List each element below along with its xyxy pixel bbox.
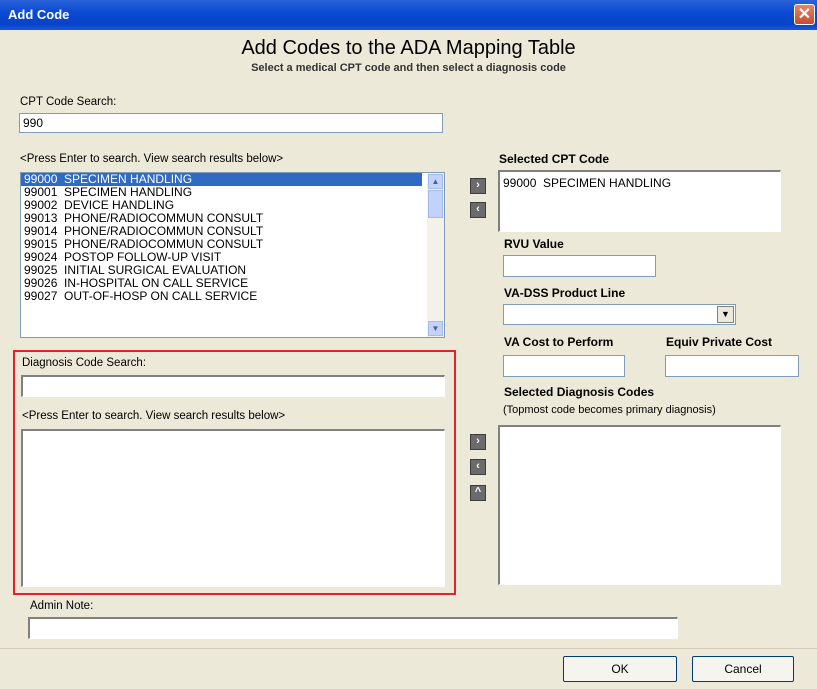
selected-diagnosis-label: Selected Diagnosis Codes — [504, 385, 655, 399]
cpt-results-scrollbar[interactable]: ▲ ▼ — [427, 173, 444, 337]
private-cost-input[interactable] — [665, 355, 799, 377]
move-up-diagnosis-button[interactable]: ^ — [470, 485, 486, 501]
cpt-results-list[interactable]: 99000 SPECIMEN HANDLING 99001 SPECIMEN HA… — [20, 172, 445, 338]
cpt-result-item[interactable]: 99027 OUT-OF-HOSP ON CALL SERVICE — [21, 290, 444, 303]
chevron-down-icon: ▼ — [431, 324, 440, 333]
rvu-label: RVU Value — [504, 237, 564, 251]
product-line-label: VA-DSS Product Line — [504, 286, 626, 300]
scroll-thumb[interactable] — [428, 190, 443, 218]
add-code-dialog: Add Code ✕ Add Codes to the ADA Mapping … — [0, 0, 817, 689]
chevron-right-icon: › — [476, 179, 480, 191]
scroll-up-button[interactable]: ▲ — [428, 174, 443, 189]
cancel-button[interactable]: Cancel — [692, 656, 794, 682]
product-line-select[interactable]: ▼ — [503, 304, 736, 325]
diagnosis-search-label: Diagnosis Code Search: — [22, 357, 147, 369]
chevron-left-icon: ‹ — [476, 203, 480, 215]
cpt-results-items: 99000 SPECIMEN HANDLING 99001 SPECIMEN HA… — [21, 173, 444, 303]
title-bar[interactable]: Add Code ✕ — [0, 0, 817, 30]
remove-cpt-button[interactable]: ‹ — [470, 202, 486, 218]
button-bar: OK Cancel — [0, 648, 817, 689]
admin-note-label: Admin Note: — [30, 600, 94, 612]
va-cost-label: VA Cost to Perform — [504, 335, 614, 349]
window-title: Add Code — [8, 7, 70, 22]
selected-diagnosis-note: (Topmost code becomes primary diagnosis) — [503, 404, 716, 416]
admin-note-input[interactable] — [28, 617, 678, 639]
close-icon: ✕ — [797, 6, 812, 23]
cancel-button-label: Cancel — [724, 662, 762, 676]
add-cpt-button[interactable]: › — [470, 178, 486, 194]
chevron-left-icon: ‹ — [476, 460, 480, 472]
rvu-input[interactable] — [503, 255, 656, 277]
chevron-right-icon: › — [476, 435, 480, 447]
dropdown-button[interactable]: ▼ — [717, 306, 734, 323]
selected-cpt-box[interactable]: 99000 SPECIMEN HANDLING — [498, 170, 781, 232]
selected-cpt-label: Selected CPT Code — [499, 152, 610, 166]
page-title: Add Codes to the ADA Mapping Table — [241, 37, 576, 59]
ok-button[interactable]: OK — [563, 656, 677, 682]
diagnosis-results-list[interactable] — [21, 429, 445, 587]
diagnosis-search-input[interactable] — [21, 375, 445, 397]
chevron-down-icon: ▼ — [721, 309, 730, 319]
ok-button-label: OK — [611, 662, 629, 676]
remove-diagnosis-button[interactable]: ‹ — [470, 459, 486, 475]
caret-up-icon: ^ — [474, 486, 482, 498]
va-cost-input[interactable] — [503, 355, 625, 377]
selected-diagnosis-list[interactable] — [498, 425, 781, 585]
page-subtitle: Select a medical CPT code and then selec… — [251, 62, 566, 74]
private-cost-label: Equiv Private Cost — [666, 335, 773, 349]
chevron-up-icon: ▲ — [431, 177, 440, 186]
add-diagnosis-button[interactable]: › — [470, 434, 486, 450]
close-button[interactable]: ✕ — [794, 4, 815, 25]
selected-cpt-value: 99000 SPECIMEN HANDLING — [503, 176, 672, 190]
cpt-search-label: CPT Code Search: — [20, 96, 117, 108]
cpt-search-input[interactable] — [19, 113, 443, 133]
cpt-search-hint: <Press Enter to search. View search resu… — [20, 153, 284, 165]
diagnosis-search-hint: <Press Enter to search. View search resu… — [22, 410, 286, 422]
scroll-down-button[interactable]: ▼ — [428, 321, 443, 336]
